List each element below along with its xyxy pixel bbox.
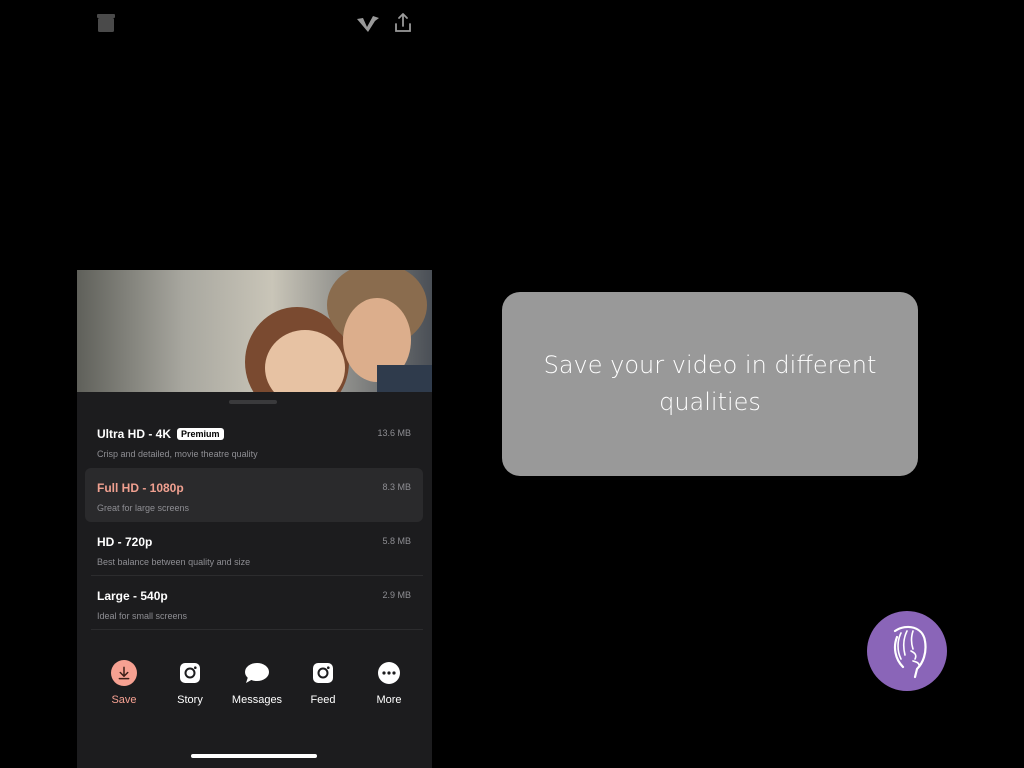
messages-button[interactable]: Messages <box>227 660 287 706</box>
assistant-button[interactable] <box>867 611 947 691</box>
quality-title: Ultra HD - 4K <box>97 427 172 441</box>
more-dots-icon <box>378 662 400 684</box>
share-icon[interactable] <box>393 12 413 36</box>
feed-label: Feed <box>310 694 336 706</box>
instagram-icon <box>313 663 333 683</box>
quality-option-720p[interactable]: HD - 720p Best balance between quality a… <box>85 522 423 576</box>
quality-option-540p[interactable]: Large - 540p Ideal for small screens 2.9… <box>85 576 423 630</box>
face-profile-icon <box>893 625 927 679</box>
quality-subtitle: Crisp and detailed, movie theatre qualit… <box>97 449 258 459</box>
tooltip-text: Save your video in different qualities <box>543 351 877 416</box>
messages-label: Messages <box>231 694 283 706</box>
quality-subtitle: Ideal for small screens <box>97 611 188 621</box>
quality-size: 8.3 MB <box>382 482 411 492</box>
story-button[interactable]: Story <box>160 660 220 706</box>
export-sheet: Ultra HD - 4K Premium Crisp and detailed,… <box>77 392 432 768</box>
quality-subtitle: Great for large screens <box>97 503 190 513</box>
instagram-icon <box>180 663 200 683</box>
sheet-grabber[interactable] <box>229 400 277 404</box>
more-button[interactable]: More <box>359 660 419 706</box>
quality-size: 2.9 MB <box>382 590 411 600</box>
quality-title: Large - 540p <box>97 589 168 603</box>
story-label: Story <box>177 694 203 706</box>
divider <box>91 629 423 630</box>
feed-button[interactable]: Feed <box>293 660 353 706</box>
video-preview <box>77 270 432 392</box>
home-indicator <box>191 754 317 758</box>
tutorial-tooltip: Save your video in different qualities <box>502 292 918 476</box>
quality-size: 5.8 MB <box>382 536 411 546</box>
save-label: Save <box>111 694 137 706</box>
quality-subtitle: Best balance between quality and size <box>97 557 251 567</box>
message-bubble-icon <box>245 663 269 683</box>
app-logo-icon <box>357 16 379 32</box>
download-icon <box>111 660 137 686</box>
premium-badge: Premium <box>177 428 224 440</box>
trash-icon[interactable] <box>95 12 117 36</box>
quality-option-4k[interactable]: Ultra HD - 4K Premium Crisp and detailed,… <box>85 414 423 468</box>
quality-title: Full HD - 1080p <box>97 481 184 495</box>
more-label: More <box>376 694 402 706</box>
quality-option-1080p[interactable]: Full HD - 1080p Great for large screens … <box>85 468 423 522</box>
quality-size: 13.6 MB <box>377 428 411 438</box>
quality-title: HD - 720p <box>97 535 153 549</box>
export-panel: Ultra HD - 4K Premium Crisp and detailed,… <box>77 270 432 768</box>
save-button[interactable]: Save <box>94 660 154 706</box>
